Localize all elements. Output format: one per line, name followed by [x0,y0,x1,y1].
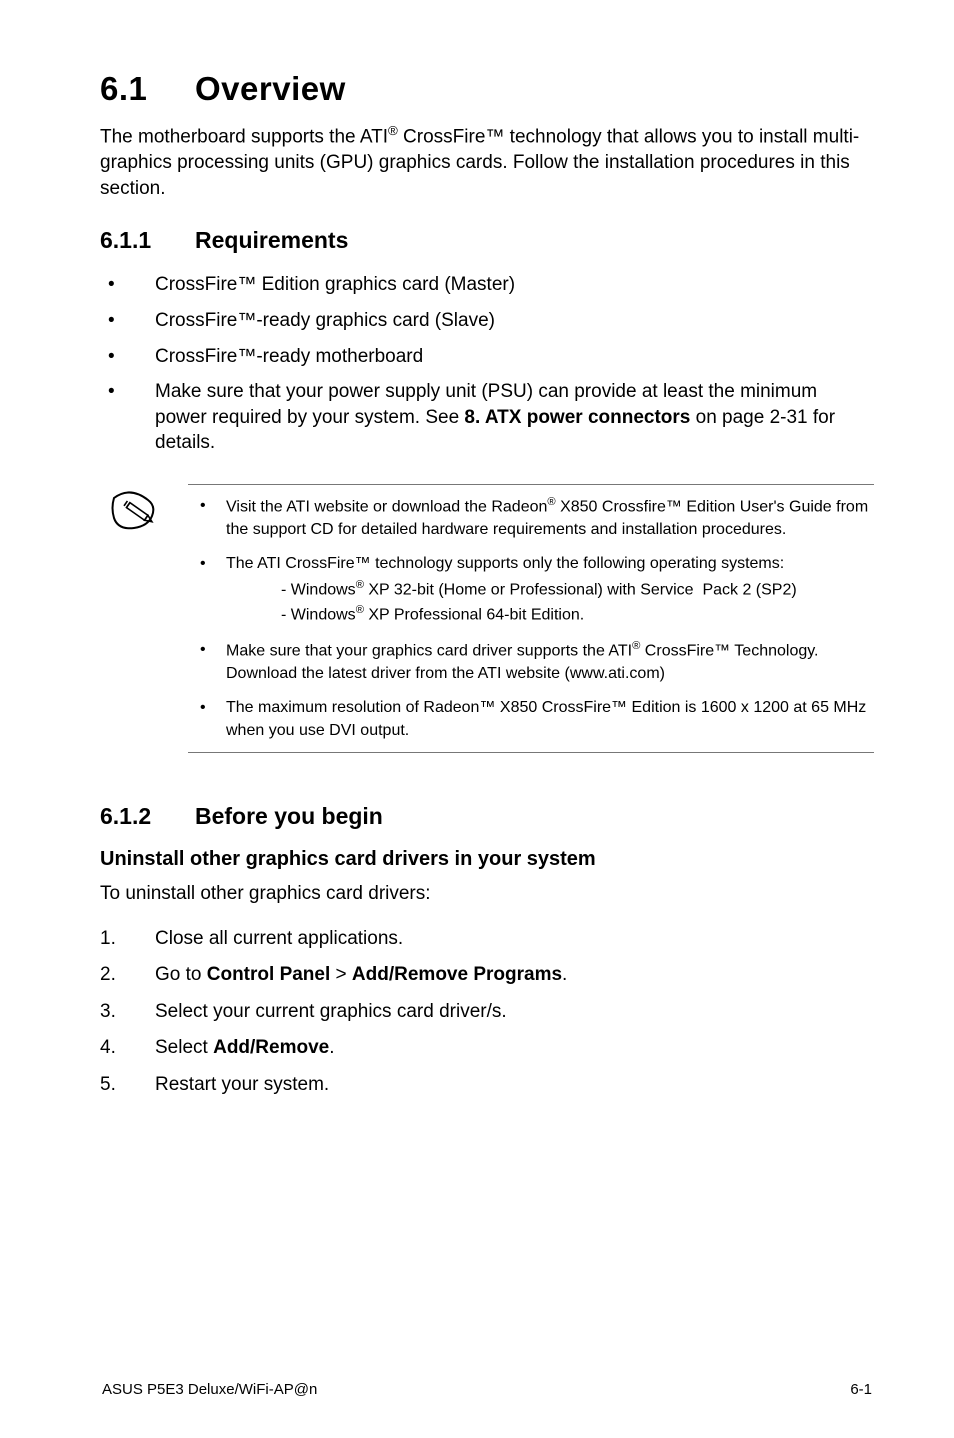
note-subitem: - Windows® XP Professional 64-bit Editio… [281,603,874,627]
list-item: CrossFire™-ready graphics card (Slave) [100,308,874,334]
step-bold: Control Panel [207,964,331,985]
step-bold: Add/Remove [213,1037,329,1058]
step-item: Select Add/Remove. [100,1034,874,1063]
subsection-number: 6.1.1 [100,227,195,254]
list-item: CrossFire™-ready motherboard [100,344,874,370]
requirements-list: CrossFire™ Edition graphics card (Master… [100,272,874,456]
lead-text: To uninstall other graphics card drivers… [100,881,874,907]
section-title: Overview [195,70,346,107]
step-item: Go to Control Panel > Add/Remove Program… [100,961,874,990]
step-text: . [329,1037,334,1058]
subsection-number: 6.1.2 [100,803,195,830]
step-text: Select [155,1037,213,1058]
page-footer: ASUS P5E3 Deluxe/WiFi-AP@n 6-1 [100,1381,874,1438]
step-text: > [330,964,352,985]
sub-subheading: Uninstall other graphics card drivers in… [100,848,874,871]
section-number: 6.1 [100,70,195,108]
note-subitem: - Windows® XP 32-bit (Home or Profession… [281,578,874,602]
note-text: The ATI CrossFire™ technology supports o… [226,555,784,572]
list-item: Make sure that your power supply unit (P… [100,379,874,456]
footer-left: ASUS P5E3 Deluxe/WiFi-AP@n [102,1381,317,1398]
note-item: Visit the ATI website or download the Ra… [188,495,874,541]
step-text: Go to [155,964,207,985]
note-item: Make sure that your graphics card driver… [188,639,874,685]
note-item: The ATI CrossFire™ technology supports o… [188,553,874,627]
subsection-title: Before you begin [195,803,383,829]
subsection-heading-612: 6.1.2Before you begin [100,803,874,830]
note-box: Visit the ATI website or download the Ra… [100,484,874,753]
section-heading: 6.1Overview [100,70,874,108]
note-item: The maximum resolution of Radeon™ X850 C… [188,697,874,742]
subsection-heading-611: 6.1.1Requirements [100,227,874,254]
step-item: Close all current applications. [100,925,874,954]
list-item: CrossFire™ Edition graphics card (Master… [100,272,874,298]
note-body: Visit the ATI website or download the Ra… [188,484,874,753]
intro-paragraph: The motherboard supports the ATI® CrossF… [100,122,874,201]
step-text: . [562,964,567,985]
step-bold: Add/Remove Programs [352,964,562,985]
footer-right: 6-1 [850,1381,872,1398]
pencil-note-icon [108,484,188,535]
step-item: Restart your system. [100,1071,874,1100]
step-item: Select your current graphics card driver… [100,998,874,1027]
steps-list: Close all current applications. Go to Co… [100,925,874,1100]
subsection-title: Requirements [195,227,348,253]
